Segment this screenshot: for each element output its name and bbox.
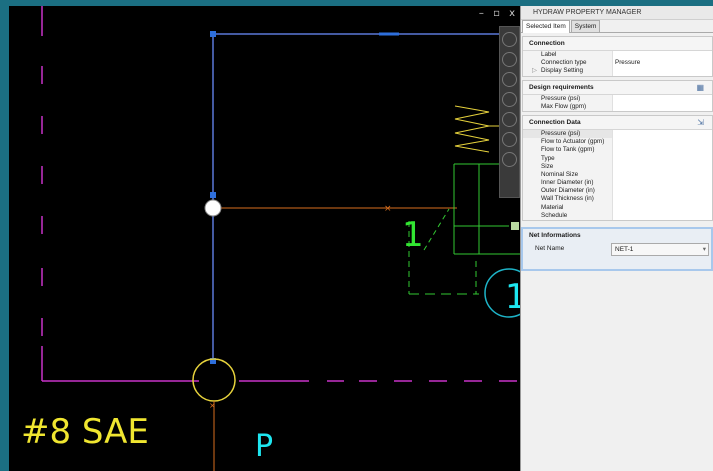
orbit-icon[interactable]: [502, 72, 517, 87]
chevron-down-icon[interactable]: ▾: [703, 244, 706, 255]
view-cube-icon[interactable]: [502, 92, 517, 107]
property-value[interactable]: [613, 163, 712, 171]
tab-selected-item[interactable]: Selected Item: [522, 20, 570, 33]
panel-tabs: Selected Item System: [521, 20, 713, 33]
zoom-extents-icon[interactable]: [502, 112, 517, 127]
net-name-label: Net Name: [535, 245, 565, 252]
property-key: Pressure (psi): [523, 94, 613, 103]
property-key: Wall Thickness (in): [523, 195, 613, 204]
property-row[interactable]: Material: [523, 203, 712, 212]
export-icon[interactable]: ⇲: [697, 116, 704, 129]
window-controls: – ▫ x: [479, 8, 518, 19]
valve-number: 1: [402, 215, 424, 255]
property-value[interactable]: [613, 187, 712, 195]
spring-symbol: [454, 105, 490, 153]
schematic-drawing: × × 1 1 #8 SAE P: [21, 6, 520, 471]
property-value[interactable]: [613, 204, 712, 212]
property-key: Max Flow (gpm): [523, 102, 613, 111]
close-button[interactable]: x: [509, 8, 518, 19]
pan-icon[interactable]: [502, 52, 517, 67]
selected-connection[interactable]: [210, 31, 505, 364]
property-row[interactable]: ▷ Display Setting: [523, 67, 712, 76]
restore-button[interactable]: ▫: [493, 8, 503, 19]
property-value[interactable]: [613, 171, 712, 179]
zoom-icon[interactable]: [502, 32, 517, 47]
property-key: Size: [523, 162, 613, 171]
connection-data-section: Connection Data ⇲ Pressure (psi) Flow to…: [522, 114, 713, 221]
property-row[interactable]: Size: [523, 162, 712, 171]
pump-symbol[interactable]: [192, 358, 236, 402]
property-row[interactable]: Wall Thickness (in): [523, 195, 712, 204]
property-value[interactable]: [613, 67, 712, 75]
property-key: Inner Diameter (in): [523, 179, 613, 188]
tab-system[interactable]: System: [570, 20, 601, 32]
property-row[interactable]: Flow to Actuator (gpm): [523, 138, 712, 147]
property-value[interactable]: [613, 195, 712, 203]
sae-label: #8 SAE: [21, 412, 149, 452]
display-setting-key[interactable]: ▷ Display Setting: [523, 67, 613, 76]
steering-wheel-icon[interactable]: [502, 152, 517, 167]
property-value[interactable]: [613, 138, 712, 146]
minimize-button[interactable]: –: [479, 8, 487, 19]
property-key: Label: [523, 51, 613, 60]
property-key: Type: [523, 154, 613, 163]
connection-data-header[interactable]: Connection Data ⇲: [523, 115, 712, 130]
design-requirements-section: Design requirements ▦ Pressure (psi) Max…: [522, 79, 713, 112]
property-row[interactable]: Inner Diameter (in): [523, 179, 712, 188]
property-row[interactable]: Schedule: [523, 211, 712, 220]
connection-data-label: Connection Data: [529, 118, 581, 126]
connection-section: Connection Label Connection type Pressur…: [522, 36, 713, 77]
net-header[interactable]: Net Informations: [523, 229, 711, 242]
property-value[interactable]: [613, 51, 712, 59]
design-header-label: Design requirements: [529, 83, 594, 91]
property-value[interactable]: [613, 179, 712, 187]
property-manager-panel: HYDRAW PROPERTY MANAGER Selected Item Sy…: [520, 6, 713, 471]
circle-number: 1: [505, 277, 520, 317]
property-key: Flow to Actuator (gpm): [523, 138, 613, 147]
property-key: Outer Diameter (in): [523, 187, 613, 196]
property-key: Connection type: [523, 59, 613, 68]
property-value[interactable]: [613, 130, 712, 138]
property-row[interactable]: Max Flow (gpm): [523, 102, 712, 111]
junction-node[interactable]: [204, 199, 222, 217]
property-row[interactable]: Type: [523, 154, 712, 163]
property-value[interactable]: [613, 103, 712, 111]
showmotion-icon[interactable]: [502, 132, 517, 147]
property-row[interactable]: Pressure (psi): [523, 129, 712, 139]
property-row[interactable]: Label: [523, 51, 712, 60]
svg-text:×: ×: [384, 204, 392, 214]
property-value[interactable]: [613, 212, 712, 220]
property-row[interactable]: Pressure (psi): [523, 94, 712, 103]
property-key: Flow to Tank (gpm): [523, 146, 613, 155]
property-key: Material: [523, 203, 613, 212]
net-name-row: Net Name NET-1 ▾: [523, 242, 711, 256]
property-value[interactable]: [613, 146, 712, 154]
calculator-icon[interactable]: ▦: [696, 81, 704, 94]
property-key: Schedule: [523, 211, 613, 220]
property-row[interactable]: Connection type Pressure: [523, 59, 712, 68]
property-row[interactable]: Nominal Size: [523, 170, 712, 180]
property-key-text: Display Setting: [541, 67, 583, 75]
property-row[interactable]: Flow to Tank (gpm): [523, 146, 712, 155]
net-name-value: NET-1: [615, 246, 634, 253]
connection-header[interactable]: Connection: [523, 37, 712, 51]
panel-title: HYDRAW PROPERTY MANAGER: [521, 6, 713, 20]
property-key: Nominal Size: [523, 170, 613, 180]
cad-drawing-canvas[interactable]: × × 1 1 #8 SAE P – ▫ x: [9, 6, 520, 471]
net-name-select[interactable]: NET-1 ▾: [611, 243, 709, 256]
property-key: Pressure (psi): [523, 129, 613, 139]
border-lines: [41, 6, 517, 382]
property-value[interactable]: Pressure: [613, 59, 712, 67]
expand-arrow-icon[interactable]: ▷: [532, 67, 537, 75]
svg-text:×: ×: [209, 401, 216, 410]
property-value[interactable]: [613, 155, 712, 163]
view-toolstrip: [499, 26, 520, 198]
property-value[interactable]: [613, 95, 712, 103]
property-row[interactable]: Outer Diameter (in): [523, 187, 712, 196]
design-header[interactable]: Design requirements ▦: [523, 80, 712, 95]
net-informations-section: Net Informations Net Name NET-1 ▾: [521, 227, 713, 271]
port-label: P: [255, 429, 273, 464]
